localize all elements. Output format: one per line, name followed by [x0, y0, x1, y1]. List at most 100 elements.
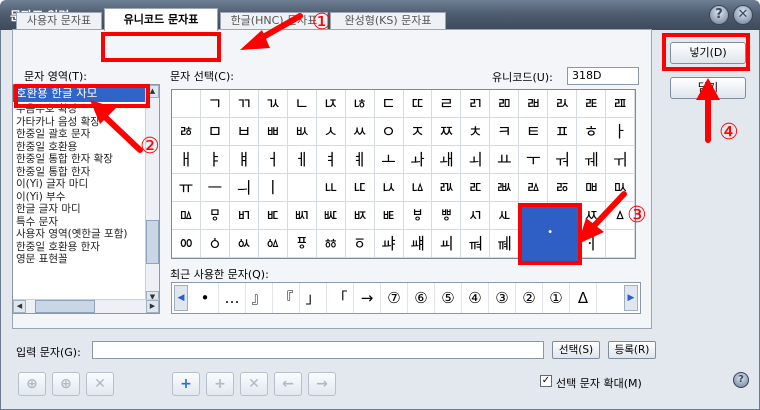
char-cell[interactable]: ㅜ	[519, 146, 549, 174]
tab-user-chars[interactable]: 사용자 문자표	[16, 12, 102, 30]
list-item[interactable]: 가타카나 음성 확장	[13, 116, 159, 129]
char-cell[interactable]: ㄿ	[606, 90, 635, 118]
list-item[interactable]: 한중일 괄호 문자	[13, 128, 159, 141]
char-cell[interactable]: ㄵ	[316, 90, 346, 118]
char-cell[interactable]: ㄶ	[345, 90, 375, 118]
list-item[interactable]: 한중일 호환용 한자	[13, 241, 159, 254]
char-cell[interactable]: ㅚ	[461, 146, 491, 174]
char-cell[interactable]: ㅟ	[606, 146, 635, 174]
char-area-list[interactable]: 호환용 한글 자모 주음부호 확장 가타카나 음성 확장 한중일 괄호 문자 한…	[12, 84, 160, 314]
char-cell[interactable]: ㄸ	[403, 90, 433, 118]
char-cell[interactable]: ㅆ	[345, 118, 375, 146]
char-cell[interactable]: ㅱ	[200, 202, 230, 230]
recent-char[interactable]: ③	[489, 283, 516, 313]
char-cell[interactable]: ㅈ	[403, 118, 433, 146]
recent-next-icon[interactable]: ▶	[624, 285, 638, 311]
recent-char[interactable]: 」	[300, 283, 327, 313]
unicode-input[interactable]: 318D	[567, 67, 639, 85]
list-item[interactable]: 이(Yi) 글자 마디	[13, 178, 159, 191]
list-item[interactable]: 영문 표현꼴	[13, 253, 159, 266]
char-cell[interactable]: ㅄ	[287, 118, 317, 146]
char-cell[interactable]: ㆊ	[461, 230, 491, 258]
char-cell[interactable]: ㅌ	[519, 118, 549, 146]
char-cell[interactable]: ㄽ	[548, 90, 578, 118]
char-cell[interactable]: ㅵ	[316, 202, 346, 230]
char-cell[interactable]: ㅥ	[316, 174, 346, 202]
list-item[interactable]: 한중일 호환용	[13, 141, 159, 154]
char-cell[interactable]	[606, 230, 635, 258]
char-cell[interactable]: ㅯ	[606, 174, 635, 202]
tab-unicode-chars[interactable]: 유니코드 문자표	[104, 8, 218, 31]
scroll-left-icon[interactable]: ◀	[13, 300, 26, 313]
char-cell[interactable]: ㅸ	[403, 202, 433, 230]
char-cell[interactable]: ㅳ	[258, 202, 288, 230]
char-cell[interactable]: ㅲ	[229, 202, 259, 230]
list-horizontal-scrollbar[interactable]: ◀ ▶	[13, 299, 159, 313]
char-cell[interactable]: ㄼ	[519, 90, 549, 118]
char-cell[interactable]: ㅧ	[374, 174, 404, 202]
char-cell[interactable]: ㆂ	[229, 230, 259, 258]
char-cell[interactable]: ㄺ	[461, 90, 491, 118]
list-item[interactable]: 사용자 영역(옛한글 포함)	[13, 228, 159, 241]
char-cell[interactable]: ㅴ	[287, 202, 317, 230]
recent-char[interactable]: 』	[246, 283, 273, 313]
char-cell[interactable]: ㅺ	[461, 202, 491, 230]
char-cell[interactable]: ㅍ	[548, 118, 578, 146]
scroll-thumb[interactable]	[146, 220, 159, 264]
recent-char[interactable]: 「	[327, 283, 354, 313]
char-cell[interactable]: ㅀ	[172, 118, 201, 146]
char-cell[interactable]: ㅬ	[519, 174, 549, 202]
recent-char[interactable]: ②	[516, 283, 543, 313]
recent-char[interactable]: •	[192, 283, 219, 313]
char-cell[interactable]: ㅁ	[200, 118, 230, 146]
list-item[interactable]: 한글 글자 마디	[13, 203, 159, 216]
char-cell[interactable]: ㆁ	[200, 230, 230, 258]
user-edit-icon[interactable]: ⊕	[52, 372, 80, 396]
recent-char[interactable]: 『	[273, 283, 300, 313]
char-cell[interactable]: ㅖ	[345, 146, 375, 174]
delete-icon[interactable]: ✕	[240, 372, 268, 396]
char-cell[interactable]: ㅋ	[490, 118, 520, 146]
char-cell[interactable]: ㅘ	[403, 146, 433, 174]
recent-char[interactable]: Δ	[570, 283, 597, 313]
char-cell[interactable]: ㅭ	[548, 174, 578, 202]
char-cell[interactable]: ㅶ	[345, 202, 375, 230]
char-cell[interactable]: ㆃ	[258, 230, 288, 258]
char-cell[interactable]: ㅦ	[345, 174, 375, 202]
char-cell[interactable]: ㅫ	[490, 174, 520, 202]
char-cell[interactable]: ㄻ	[490, 90, 520, 118]
char-cell[interactable]: ㄱ	[200, 90, 230, 118]
tab-ks-chars[interactable]: 완성형(KS) 문자표	[330, 12, 446, 30]
char-cell[interactable]: ㅐ	[172, 146, 201, 174]
char-cell[interactable]: ㆈ	[403, 230, 433, 258]
char-cell[interactable]: ㅤ	[287, 174, 317, 202]
char-cell[interactable]: ㆉ	[432, 230, 462, 258]
add-disabled-icon[interactable]: +	[206, 372, 234, 396]
char-cell[interactable]: ㆇ	[374, 230, 404, 258]
char-cell[interactable]: ㅏ	[606, 118, 635, 146]
list-item[interactable]: 이(Yi) 부수	[13, 191, 159, 204]
char-cell[interactable]: ㄴ	[287, 90, 317, 118]
char-cell[interactable]: ㅇ	[374, 118, 404, 146]
list-vertical-scrollbar[interactable]: ▲ ▼	[145, 85, 159, 304]
char-cell[interactable]: ㅣ	[258, 174, 288, 202]
user-delete-icon[interactable]: ✕	[86, 372, 114, 396]
char-cell[interactable]	[172, 90, 201, 118]
char-cell[interactable]: ㅷ	[374, 202, 404, 230]
char-cell[interactable]: ㅻ	[490, 202, 520, 230]
char-cell[interactable]: ㅮ	[577, 174, 607, 202]
recent-char[interactable]: →	[354, 283, 381, 313]
recent-char[interactable]: ⑦	[381, 283, 408, 313]
char-cell[interactable]: ㆀ	[172, 230, 201, 258]
char-cell[interactable]: ㅉ	[432, 118, 462, 146]
char-cell[interactable]: ㄹ	[432, 90, 462, 118]
recent-char[interactable]: ⑤	[435, 283, 462, 313]
help-small-icon[interactable]: ?	[733, 372, 749, 388]
scroll-right-icon[interactable]: ▶	[146, 300, 159, 313]
char-cell[interactable]: ㅃ	[258, 118, 288, 146]
char-cell[interactable]: ㅢ	[229, 174, 259, 202]
recent-char[interactable]: ④	[462, 283, 489, 313]
char-cell[interactable]: ㅰ	[172, 202, 201, 230]
close-button[interactable]: 닫기	[670, 77, 746, 99]
list-item[interactable]: 한중일 통합 한자	[13, 166, 159, 179]
